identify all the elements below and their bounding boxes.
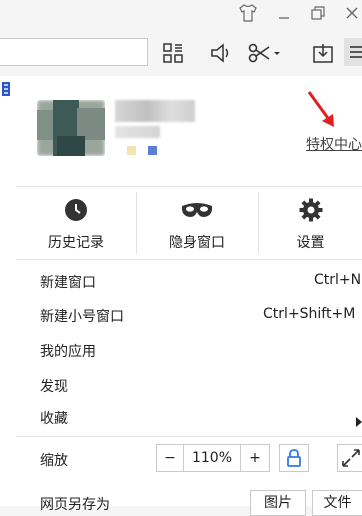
speaker-icon[interactable] xyxy=(206,38,236,66)
discover-label: 发现 xyxy=(40,379,68,395)
close-icon[interactable] xyxy=(340,2,362,26)
new-window-label: 新建窗口 xyxy=(40,275,96,291)
new-window-shortcut: Ctrl+N xyxy=(314,272,362,288)
apps-grid-icon[interactable] xyxy=(158,38,188,66)
avatar[interactable] xyxy=(37,100,105,156)
zoom-out-button[interactable]: − xyxy=(156,444,184,472)
zoom-in-button[interactable]: + xyxy=(240,444,270,472)
my-apps-label: 我的应用 xyxy=(40,344,96,360)
incognito-window-button[interactable]: 隐身窗口 xyxy=(137,186,257,260)
save-as-image-button[interactable]: 图片 xyxy=(250,490,306,516)
history-label: 历史记录 xyxy=(48,235,104,251)
new-small-window-label: 新建小号窗口 xyxy=(40,309,124,325)
address-bar[interactable] xyxy=(0,38,148,66)
clock-icon xyxy=(16,198,136,224)
badge-icon xyxy=(127,146,136,155)
new-small-window-shortcut: Ctrl+Shift+M xyxy=(263,306,356,322)
menu-item-favorites[interactable]: 收藏 xyxy=(16,404,362,432)
zoom-label: 缩放 xyxy=(40,453,68,469)
page-left-strip xyxy=(0,76,17,506)
lock-icon xyxy=(287,449,301,467)
fullscreen-icon xyxy=(342,449,360,467)
download-icon[interactable] xyxy=(308,38,338,66)
red-arrow-icon xyxy=(306,90,340,134)
mask-icon xyxy=(137,198,257,224)
menu-icon[interactable] xyxy=(344,38,362,66)
zoom-level: 110% xyxy=(183,444,241,472)
badge-icon xyxy=(148,146,157,155)
gear-icon xyxy=(259,198,362,224)
menu-separator xyxy=(16,436,362,437)
restore-icon[interactable] xyxy=(306,2,330,26)
menu-item-discover[interactable]: 发现 xyxy=(16,372,362,400)
submenu-arrow-icon xyxy=(356,412,362,431)
fullscreen-button[interactable] xyxy=(337,444,362,472)
page-fragment-mark xyxy=(2,82,10,96)
favorites-label: 收藏 xyxy=(40,411,68,427)
zoom-lock-button[interactable] xyxy=(279,444,309,472)
save-page-label: 网页另存为 xyxy=(40,497,110,513)
menu-item-new-small-window[interactable]: 新建小号窗口 Ctrl+Shift+M xyxy=(16,302,362,330)
privilege-center-link[interactable]: 特权中心 xyxy=(306,134,362,154)
settings-label: 设置 xyxy=(296,235,325,251)
tshirt-icon[interactable] xyxy=(236,2,260,26)
scissors-icon[interactable] xyxy=(246,38,284,66)
minimize-icon[interactable] xyxy=(272,2,296,26)
save-as-file-button[interactable]: 文件 xyxy=(312,490,362,516)
incognito-label: 隐身窗口 xyxy=(169,235,225,251)
settings-button[interactable]: 设置 xyxy=(259,186,362,260)
menu-item-my-apps[interactable]: 我的应用 xyxy=(16,337,362,365)
user-level-redacted xyxy=(115,126,160,138)
username-redacted xyxy=(115,100,195,122)
menu-item-new-window[interactable]: 新建窗口 Ctrl+N xyxy=(16,268,362,296)
history-button[interactable]: 历史记录 xyxy=(16,186,136,260)
